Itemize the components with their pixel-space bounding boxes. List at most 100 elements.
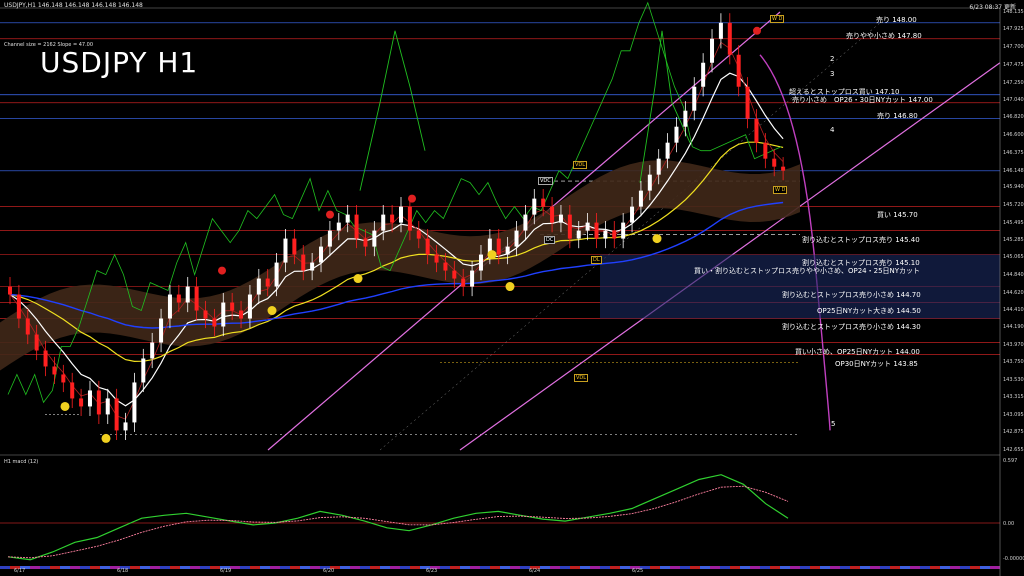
- date-strip: [360, 566, 370, 569]
- date-strip: [560, 566, 570, 569]
- candle-body: [781, 166, 786, 171]
- candle-body: [496, 238, 501, 255]
- candle-body: [327, 230, 332, 247]
- candle-body: [399, 206, 403, 223]
- window-title: USDJPY,H1 146.148 146.148 146.148 146.14…: [4, 2, 143, 9]
- candle-body: [727, 22, 732, 55]
- candle-body: [718, 22, 723, 39]
- level-annotation: OP30日NYカット 143.85: [835, 360, 918, 368]
- date-strip: [510, 566, 520, 569]
- date-strip: [100, 566, 110, 569]
- date-strip: [490, 566, 500, 569]
- candle-body: [523, 214, 528, 231]
- date-strip: [80, 566, 90, 569]
- candle-body: [532, 198, 537, 215]
- candle-body: [665, 142, 670, 159]
- price-tick: 147.040: [1003, 96, 1024, 103]
- buy-marker: [353, 274, 363, 284]
- candle-body: [674, 126, 679, 143]
- date-strip: [50, 566, 60, 569]
- price-tick: 144.840: [1003, 272, 1024, 279]
- date-strip: [610, 566, 620, 569]
- date-strip: [690, 566, 700, 569]
- wd-box: W D: [770, 15, 785, 23]
- sell-marker: [408, 194, 416, 203]
- candle-body: [230, 302, 235, 311]
- candle-body: [310, 262, 315, 271]
- level-annotation: 割り込むとストップロス売り 145.40: [802, 236, 920, 244]
- price-tick: 142.655: [1003, 447, 1024, 453]
- date-strip: [230, 566, 240, 569]
- date-strip: [30, 566, 40, 569]
- candle-body: [185, 286, 190, 303]
- candle-body: [194, 286, 199, 311]
- date-strip: [270, 566, 280, 569]
- date-strip: [800, 566, 810, 569]
- candle-body: [754, 118, 759, 143]
- candle-body: [159, 318, 164, 343]
- date-strip: [260, 566, 270, 569]
- date-strip: [840, 566, 850, 569]
- candle-body: [292, 238, 297, 255]
- date-strip: [470, 566, 480, 569]
- date-strip: [890, 566, 900, 569]
- date-strip: [790, 566, 800, 569]
- date-strip: [910, 566, 920, 569]
- level-annotation: 売り小さめ OP26・30日NYカット 147.00: [792, 96, 933, 104]
- price-tick: 145.940: [1003, 184, 1024, 191]
- date-strip: [770, 566, 780, 569]
- candle-body: [505, 246, 510, 255]
- price-tick: 146.148: [1003, 167, 1024, 174]
- candle-body: [461, 278, 466, 287]
- candle-body: [34, 334, 39, 351]
- date-strip: [850, 566, 860, 569]
- wave-label: 3: [830, 70, 835, 78]
- date-strip: [180, 566, 190, 569]
- price-tick: 147.475: [1003, 61, 1024, 68]
- price-tick: 145.495: [1003, 220, 1024, 226]
- candle-body: [541, 198, 546, 207]
- candle-body: [478, 254, 483, 271]
- chart-title: USDJPY H1: [40, 46, 199, 79]
- date-strip: [570, 566, 580, 569]
- date-strip: [750, 566, 760, 569]
- candle-body: [745, 86, 750, 119]
- date-strip: [140, 566, 150, 569]
- date-strip: [680, 566, 690, 569]
- date-strip: [830, 566, 840, 569]
- candle-body: [256, 278, 261, 295]
- date-strip: [380, 566, 390, 569]
- date-strip: [90, 566, 100, 569]
- date-strip: [200, 566, 210, 569]
- date-tick: 6/19: [220, 568, 232, 574]
- price-tick: 144.190: [1003, 324, 1024, 331]
- date-strip: [500, 566, 510, 569]
- date-tick: 6/17: [14, 568, 26, 574]
- price-tick: 144.620: [1003, 289, 1024, 296]
- date-strip: [580, 566, 590, 569]
- candle-body: [283, 238, 288, 263]
- candle-body: [52, 366, 57, 375]
- date-strip: [780, 566, 790, 569]
- candle-body: [692, 86, 697, 111]
- date-strip: [620, 566, 630, 569]
- candle-body: [265, 278, 270, 287]
- candle-body: [203, 310, 208, 319]
- date-strip: [550, 566, 560, 569]
- level-annotation: 買い 145.70: [877, 211, 918, 219]
- candle-body: [638, 190, 643, 207]
- level-annotation: 割り込むとストップロス売り小さめ 144.30: [782, 323, 921, 331]
- date-strip: [390, 566, 400, 569]
- candle-body: [425, 238, 430, 255]
- level-annotation: 売りやや小さめ 147.80: [846, 32, 922, 40]
- date-tick: 6/25: [632, 568, 644, 574]
- macd-tick: 0.00: [1003, 521, 1015, 527]
- date-strip: [670, 566, 680, 569]
- candle-body: [407, 206, 412, 231]
- date-strip: [310, 566, 320, 569]
- date-strip: [930, 566, 940, 569]
- level-annotation: OP25日NYカット大きめ 144.50: [817, 307, 921, 315]
- wave-label: 4: [830, 126, 835, 134]
- price-tick: 146.375: [1003, 149, 1024, 156]
- sell-marker: [753, 26, 761, 35]
